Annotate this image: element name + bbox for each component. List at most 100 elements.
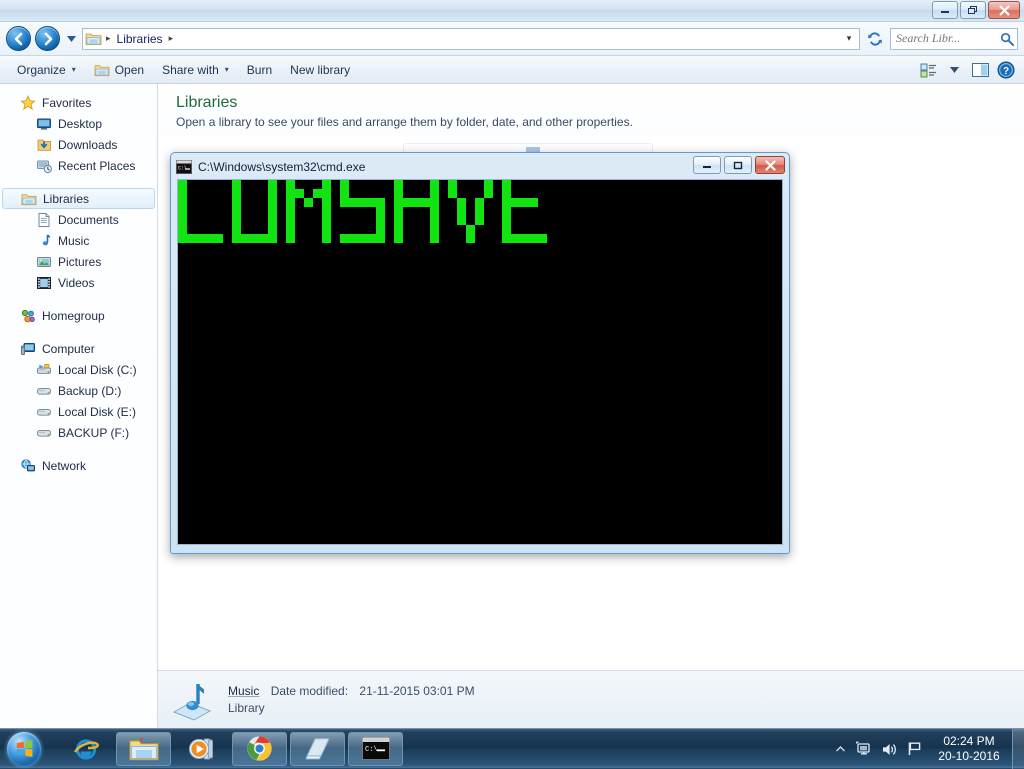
sidebar-item-recent-places[interactable]: Recent Places bbox=[0, 155, 157, 176]
console-art-pixel bbox=[250, 216, 259, 225]
change-view-dropdown-caret[interactable] bbox=[942, 59, 966, 81]
help-icon[interactable]: ? bbox=[994, 59, 1018, 81]
console-art-pixel bbox=[394, 207, 403, 216]
console-art-pixel bbox=[475, 225, 484, 234]
details-date-value: 21-11-2015 03:01 PM bbox=[359, 684, 475, 698]
console-art-pixel bbox=[511, 189, 520, 198]
start-button[interactable] bbox=[2, 730, 46, 768]
taskbar-google-chrome[interactable] bbox=[232, 731, 287, 766]
console-art-pixel bbox=[178, 198, 187, 207]
forward-button[interactable] bbox=[35, 26, 60, 51]
cmd-maximize-button[interactable] bbox=[724, 156, 752, 174]
refresh-button[interactable] bbox=[864, 28, 886, 50]
console-art-gap bbox=[493, 216, 502, 225]
command-prompt-window[interactable]: C:\ C:\Windows\system32\cmd.exe bbox=[170, 152, 790, 554]
recent-pages-dropdown[interactable] bbox=[64, 28, 78, 50]
restore-button[interactable] bbox=[960, 1, 986, 19]
console-art-pixel bbox=[394, 234, 403, 243]
console-art-pixel bbox=[340, 216, 349, 225]
sidebar-item-documents[interactable]: Documents bbox=[0, 209, 157, 230]
console-art-pixel bbox=[295, 198, 304, 207]
console-art-pixel bbox=[187, 189, 196, 198]
console-art-pixel bbox=[268, 198, 277, 207]
breadcrumb-address-bar[interactable]: ▸ Libraries ▸ ▾ bbox=[82, 27, 860, 50]
console-art-gap bbox=[223, 198, 232, 207]
sidebar-item-music[interactable]: Music bbox=[0, 230, 157, 251]
sidebar-item-local-disk-e[interactable]: Local Disk (E:) bbox=[0, 401, 157, 422]
search-box[interactable] bbox=[890, 27, 1018, 50]
taskbar-buttons: C:\ bbox=[58, 731, 403, 766]
console-art-pixel bbox=[466, 216, 475, 225]
sidebar-item-backup-d[interactable]: Backup (D:) bbox=[0, 380, 157, 401]
console-art-pixel bbox=[205, 189, 214, 198]
sidebar-label-backup-f: BACKUP (F:) bbox=[58, 425, 130, 440]
show-desktop-button[interactable] bbox=[1012, 729, 1024, 769]
console-art-pixel bbox=[421, 216, 430, 225]
sidebar-item-downloads[interactable]: Downloads bbox=[0, 134, 157, 155]
sidebar-item-pictures[interactable]: Pictures bbox=[0, 251, 157, 272]
cmd-title-bar[interactable]: C:\ C:\Windows\system32\cmd.exe bbox=[173, 155, 787, 179]
sidebar-item-desktop[interactable]: Desktop bbox=[0, 113, 157, 134]
sidebar-item-network[interactable]: Network bbox=[0, 455, 157, 476]
taskbar-notepad[interactable] bbox=[290, 731, 345, 766]
console-art-pixel bbox=[376, 180, 385, 189]
sidebar-item-libraries[interactable]: Libraries bbox=[2, 188, 155, 209]
close-button[interactable] bbox=[988, 1, 1020, 19]
change-view-icon[interactable] bbox=[916, 59, 940, 81]
share-with-menu-button[interactable]: Share with ▾ bbox=[153, 59, 238, 81]
new-library-button[interactable]: New library bbox=[281, 59, 359, 81]
taskbar-command-prompt[interactable]: C:\ bbox=[348, 731, 403, 766]
cmd-minimize-button[interactable] bbox=[693, 156, 721, 174]
minimize-button[interactable] bbox=[932, 1, 958, 19]
console-art-pixel bbox=[511, 207, 520, 216]
console-art-pixel bbox=[412, 198, 421, 207]
cmd-console-output[interactable] bbox=[177, 179, 783, 545]
console-art-pixel bbox=[484, 234, 493, 243]
clock[interactable]: 02:24 PM 20-10-2016 bbox=[932, 734, 1012, 764]
breadcrumb-libraries[interactable]: Libraries bbox=[115, 32, 165, 46]
console-art-pixel bbox=[295, 225, 304, 234]
taskbar-windows-explorer[interactable] bbox=[116, 731, 171, 766]
console-art-pixel bbox=[538, 180, 547, 189]
drive-icon bbox=[37, 429, 51, 437]
search-input[interactable] bbox=[894, 30, 1000, 47]
sidebar-group-favorites[interactable]: Favorites bbox=[0, 92, 157, 113]
console-art-pixel bbox=[313, 180, 322, 189]
search-icon[interactable] bbox=[1000, 32, 1014, 46]
console-art-gap bbox=[385, 225, 394, 234]
sidebar-item-local-disk-c[interactable]: Local Disk (C:) bbox=[0, 359, 157, 380]
chevron-up-icon[interactable] bbox=[835, 744, 846, 755]
console-art-pixel bbox=[403, 189, 412, 198]
taskbar-internet-explorer[interactable] bbox=[58, 732, 113, 766]
console-art-gap bbox=[331, 180, 340, 189]
console-art-gap bbox=[493, 180, 502, 189]
burn-button[interactable]: Burn bbox=[238, 59, 281, 81]
console-art-gap bbox=[493, 225, 502, 234]
back-button[interactable] bbox=[6, 26, 31, 51]
library-folder-icon bbox=[85, 33, 102, 45]
console-art-pixel bbox=[214, 225, 223, 234]
sidebar-item-computer[interactable]: Computer bbox=[0, 338, 157, 359]
system-tray: 02:24 PM 20-10-2016 bbox=[835, 729, 1024, 769]
console-art-pixel bbox=[457, 234, 466, 243]
taskbar-windows-media-player[interactable] bbox=[174, 732, 229, 766]
cmd-icon: C:\ bbox=[361, 737, 390, 760]
open-button[interactable]: Open bbox=[85, 59, 153, 81]
console-art-gap bbox=[277, 207, 286, 216]
sidebar-item-backup-f[interactable]: BACKUP (F:) bbox=[0, 422, 157, 443]
sidebar-item-homegroup[interactable]: Homegroup bbox=[0, 305, 157, 326]
sidebar-item-videos[interactable]: Videos bbox=[0, 272, 157, 293]
address-dropdown-caret[interactable]: ▾ bbox=[841, 33, 857, 44]
console-art-pixel bbox=[358, 189, 367, 198]
console-art-pixel bbox=[403, 207, 412, 216]
preview-pane-icon[interactable] bbox=[968, 59, 992, 81]
flag-icon[interactable] bbox=[907, 741, 922, 757]
explorer-window-controls bbox=[932, 1, 1020, 19]
console-art-gap bbox=[439, 207, 448, 216]
breadcrumb-separator-1[interactable]: ▸ bbox=[167, 33, 176, 44]
volume-icon[interactable] bbox=[881, 742, 898, 757]
console-art-pixel bbox=[421, 198, 430, 207]
network-tray-icon[interactable] bbox=[855, 741, 872, 757]
organize-menu-button[interactable]: Organize ▾ bbox=[8, 59, 85, 81]
cmd-close-button[interactable] bbox=[755, 156, 785, 174]
